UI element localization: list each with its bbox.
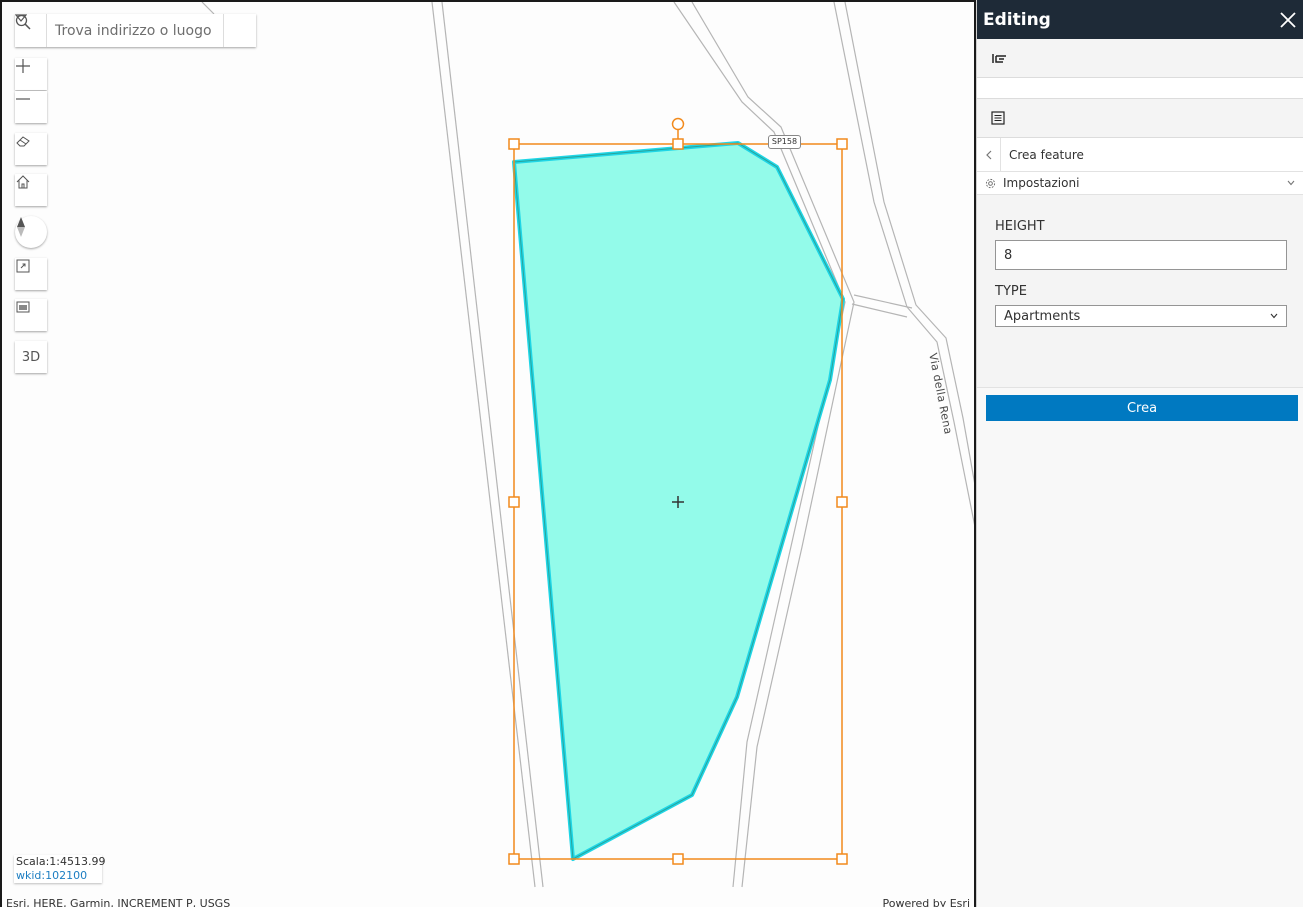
resize-handle-se[interactable] [836, 853, 848, 865]
road-corner-a [201, 2, 215, 15]
search-widget: Trova indirizzo o luogo [15, 14, 256, 47]
settings-toggle[interactable]: Impostazioni [977, 172, 1303, 195]
nav-title: Crea feature [1009, 147, 1084, 162]
resize-handle-e[interactable] [836, 496, 848, 508]
search-icon [15, 14, 31, 30]
map-canvas[interactable] [2, 2, 976, 907]
panel-header: Editing [977, 0, 1303, 39]
create-feature-nav: Crea feature [977, 138, 1303, 172]
scale-text: Scala:1:4513.99 [16, 855, 106, 868]
map-view[interactable]: SP158 Via della Rena Trova indirizzo o l… [0, 0, 976, 907]
list-icon[interactable] [991, 111, 1005, 125]
zoom-in-button[interactable] [15, 58, 47, 90]
create-button[interactable]: Crea [986, 395, 1298, 421]
eraser-icon [16, 136, 30, 147]
attribution: Esri, HERE, Garmin, INCREMENT P, USGS [6, 897, 231, 907]
toolbar-spacer [977, 78, 1303, 99]
home-button[interactable] [15, 174, 47, 206]
chevron-down-icon [1287, 180, 1295, 186]
search-button[interactable] [15, 14, 256, 47]
minus-icon [16, 98, 30, 100]
compass-icon [17, 217, 25, 237]
type-label: TYPE [995, 284, 1027, 299]
type-selected-value: Apartments [1004, 308, 1081, 324]
road-link-b [851, 303, 908, 318]
compass-button[interactable] [15, 216, 47, 248]
wkid-link[interactable]: wkid:102100 [16, 869, 100, 883]
pointer-hand-icon[interactable] [991, 51, 1009, 65]
attribute-form: HEIGHT 8 TYPE Apartments [977, 195, 1303, 388]
template-tool-row [977, 99, 1303, 138]
road-west-b [441, 2, 544, 888]
chevron-left-icon [985, 150, 991, 159]
editing-panel: Editing Crea feature Impostazioni HEIGHT [976, 0, 1303, 907]
scale-info: Scala:1:4513.99 wkid:102100 [14, 855, 106, 883]
height-label: HEIGHT [995, 219, 1045, 234]
resize-handle-n[interactable] [672, 138, 684, 150]
type-select[interactable]: Apartments [995, 305, 1287, 327]
gear-icon [985, 178, 996, 188]
select-tool-row [977, 39, 1303, 78]
3d-button[interactable]: 3D [15, 341, 47, 373]
plus-icon [16, 59, 30, 73]
chevron-down-icon [1270, 313, 1278, 319]
resize-handle-s[interactable] [672, 853, 684, 865]
resize-handle-nw[interactable] [508, 138, 520, 150]
fullscreen-button[interactable] [15, 258, 47, 290]
zoom-out-button[interactable] [15, 91, 47, 123]
height-input[interactable]: 8 [995, 240, 1287, 270]
resize-handle-w[interactable] [508, 496, 520, 508]
settings-label: Impostazioni [1003, 176, 1080, 190]
eraser-button[interactable] [15, 133, 47, 165]
resize-handle-ne[interactable] [836, 138, 848, 150]
home-icon [16, 175, 30, 189]
powered-by[interactable]: Powered by Esri [882, 897, 970, 907]
road-via-rena-b [844, 2, 974, 484]
basemap-button[interactable] [15, 299, 47, 331]
road-via-rena-a [833, 2, 974, 526]
search-input[interactable]: Trova indirizzo o luogo [47, 23, 223, 39]
resize-handle-sw[interactable] [508, 853, 520, 865]
back-button[interactable] [977, 138, 1001, 171]
panel-title: Editing [983, 9, 1051, 30]
basemap-icon [16, 301, 30, 313]
close-icon[interactable] [1279, 11, 1297, 29]
road-west-a [431, 2, 536, 888]
rotate-handle[interactable] [671, 117, 685, 131]
expand-icon [16, 259, 30, 273]
road-shield: SP158 [768, 135, 801, 149]
